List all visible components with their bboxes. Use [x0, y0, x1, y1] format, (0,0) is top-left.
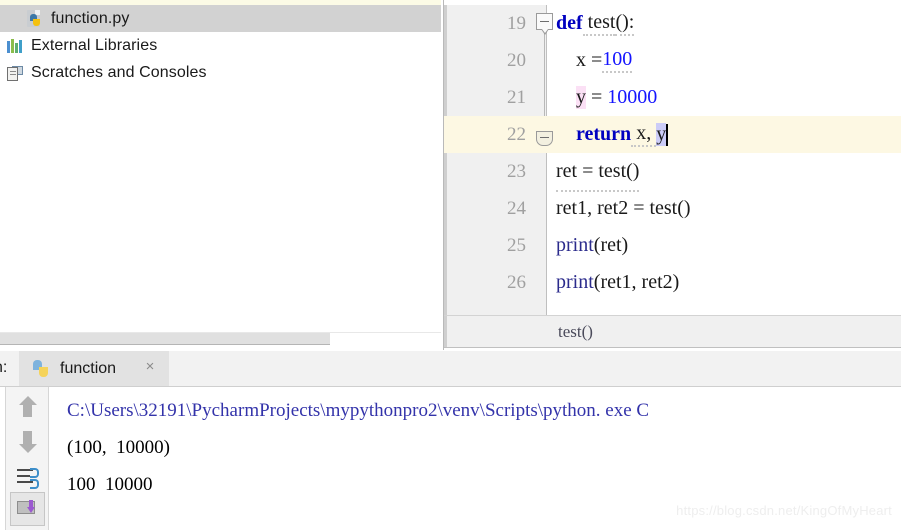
line-number: 26	[507, 271, 526, 293]
line-content: print (ret1, ret2)	[556, 264, 679, 301]
editor-line-26[interactable]: 26 print (ret1, ret2)	[444, 264, 901, 301]
token-variable-y-occurrence: y	[656, 123, 667, 146]
tree-item-label: Scratches and Consoles	[31, 63, 207, 81]
line-number: 21	[507, 86, 526, 108]
line-number: 22	[507, 123, 526, 145]
project-panel-hscrollbar-thumb[interactable]	[0, 333, 330, 345]
token-parens-colon: ():	[615, 11, 635, 36]
code-editor[interactable]: 19 def test (): 20 x = 100 21 y = 10000 22…	[444, 5, 901, 315]
scroll-down-button[interactable]	[10, 424, 45, 459]
editor-bottom-divider	[444, 347, 901, 348]
token-print-args: (ret1, ret2)	[593, 271, 680, 293]
arrow-up-icon	[19, 396, 37, 417]
token-keyword-def: def	[556, 12, 583, 34]
tree-item-function-py[interactable]: function.py	[0, 5, 441, 32]
tree-item-external-libraries[interactable]: External Libraries	[0, 32, 441, 59]
token-function-print: print	[556, 271, 594, 293]
python-file-icon	[26, 9, 44, 28]
token-variable-y-highlighted: y	[576, 86, 586, 109]
editor-line-22-current[interactable]: 22 return x, y	[444, 116, 901, 153]
editor-line-25[interactable]: 25 print (ret)	[444, 227, 901, 264]
editor-line-20[interactable]: 20 x = 100	[444, 42, 901, 79]
pycharm-window: function.py External Libraries Scratches…	[0, 0, 901, 530]
line-content: return x, y	[556, 116, 669, 153]
token-equals: =	[586, 86, 608, 108]
line-content: print (ret)	[556, 227, 628, 264]
token-function-name: test	[582, 11, 616, 36]
run-tool-window-label: n:	[0, 359, 8, 376]
line-content: ret1, ret2 = test()	[556, 197, 691, 219]
project-tree-panel: function.py External Libraries Scratches…	[0, 5, 441, 332]
line-number: 19	[507, 12, 526, 34]
run-tab-label: function	[60, 359, 117, 377]
text-caret	[666, 123, 669, 146]
console-line-output: 100 10000	[67, 474, 153, 495]
close-icon[interactable]: ×	[143, 359, 157, 374]
token-number-100: 100	[602, 48, 633, 73]
editor-line-23[interactable]: 23 ret = test()	[444, 153, 901, 192]
soft-wrap-icon	[17, 467, 39, 489]
token-print-args: (ret)	[593, 234, 629, 256]
line-number: 23	[507, 160, 526, 182]
token-return-values: x,	[631, 122, 657, 147]
line-number: 20	[507, 49, 526, 71]
console-side-toolbar	[5, 387, 49, 530]
line-number: 25	[507, 234, 526, 256]
token-keyword-return: return	[576, 123, 632, 145]
line-content: ret = test()	[556, 153, 640, 192]
breadcrumb-gutter-strip	[444, 316, 447, 347]
run-tab-function[interactable]: function ×	[19, 351, 169, 386]
print-button[interactable]	[10, 492, 45, 526]
editor-line-19[interactable]: 19 def test ():	[444, 5, 901, 42]
line-content: def test ():	[556, 5, 635, 42]
python-icon	[31, 359, 51, 379]
scroll-up-button[interactable]	[10, 389, 45, 424]
console-line-output: (100, 10000)	[67, 437, 170, 458]
download-arrow-icon	[27, 500, 35, 516]
tree-item-label: External Libraries	[31, 36, 158, 54]
fold-marker-open-icon[interactable]	[536, 13, 556, 35]
soft-wrap-button[interactable]	[10, 459, 45, 494]
editor-line-21[interactable]: 21 y = 10000	[444, 79, 901, 116]
line-content: x = 100	[556, 42, 633, 79]
breadcrumb[interactable]: test()	[558, 316, 593, 347]
console-line-command: C:\Users\32191\PycharmProjects\mypythonp…	[67, 400, 650, 421]
fold-marker-close-icon[interactable]	[536, 127, 556, 149]
external-libraries-icon	[6, 37, 24, 55]
tree-item-label: function.py	[51, 9, 130, 27]
token-number-10000: 10000	[607, 86, 658, 108]
line-number: 24	[507, 197, 526, 219]
scratches-icon	[6, 64, 24, 82]
editor-breadcrumb-bar: test()	[444, 315, 901, 347]
arrow-down-icon	[19, 431, 37, 453]
watermark: https://blog.csdn.net/KingOfMyHeart	[676, 503, 892, 518]
editor-line-24[interactable]: 24 ret1, ret2 = test()	[444, 190, 901, 227]
run-tab-bar: n: function ×	[0, 351, 901, 387]
token-function-print: print	[556, 234, 594, 256]
token-assignment: x =	[556, 49, 603, 71]
line-content: y = 10000	[556, 79, 657, 116]
tree-item-scratches-and-consoles[interactable]: Scratches and Consoles	[0, 59, 441, 86]
